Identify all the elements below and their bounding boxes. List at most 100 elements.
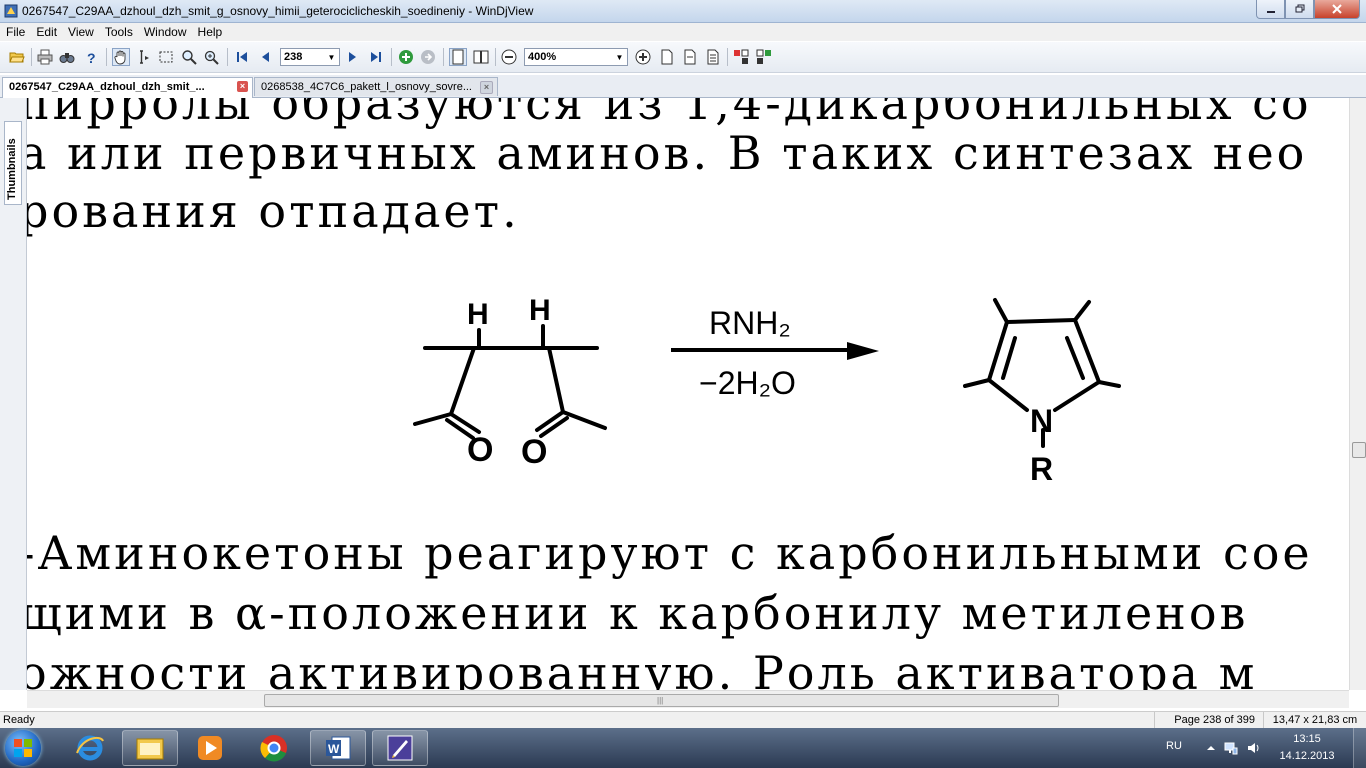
last-page-button[interactable] xyxy=(367,48,385,66)
zoom-out-icon xyxy=(501,49,517,65)
taskbar-explorer[interactable] xyxy=(122,730,178,766)
facing-pages-button[interactable] xyxy=(472,48,490,66)
help-icon: ? xyxy=(87,50,96,65)
clock-date[interactable]: 14.12.2013 xyxy=(1274,750,1340,762)
atom-o: O xyxy=(467,431,493,469)
page-number-combo[interactable]: ▼ xyxy=(280,48,340,66)
last-page-icon xyxy=(371,52,381,62)
go-back-button[interactable] xyxy=(419,48,437,66)
single-page-button[interactable] xyxy=(449,48,467,66)
first-page-button[interactable] xyxy=(233,48,251,66)
menu-window[interactable]: Window xyxy=(138,23,192,41)
fit-width-button[interactable] xyxy=(681,48,699,66)
close-icon xyxy=(1332,4,1342,14)
folder-open-icon xyxy=(9,52,25,63)
tab-thumbnails[interactable]: Thumbnails xyxy=(4,121,22,205)
close-button[interactable] xyxy=(1314,0,1360,19)
facing-pages-icon xyxy=(473,50,489,64)
rotate-left-button[interactable] xyxy=(732,48,750,66)
ring-bond xyxy=(1053,380,1101,412)
menu-tools[interactable]: Tools xyxy=(99,23,138,41)
zoom-input[interactable] xyxy=(525,49,615,65)
rect-select-button[interactable] xyxy=(157,48,175,66)
page-icon xyxy=(661,49,673,65)
rotate-right-button[interactable] xyxy=(755,48,773,66)
substituent-bond xyxy=(1073,300,1091,322)
tab-label: 0267547_C29AA_dzhoul_dzh_smit_... xyxy=(9,81,205,93)
prev-page-button[interactable] xyxy=(256,48,274,66)
chain-bond xyxy=(449,346,476,416)
zoom-tool-button[interactable] xyxy=(180,48,198,66)
minimize-icon xyxy=(1266,11,1275,13)
text-line: а или первичных аминов. В таких синтезах… xyxy=(27,126,1308,180)
text-line: ожности активированную. Роль активатора … xyxy=(27,646,1258,690)
media-player-icon xyxy=(198,736,222,760)
page-number-input[interactable] xyxy=(281,49,327,65)
minimize-button[interactable] xyxy=(1256,0,1285,19)
taskbar-ie[interactable] xyxy=(62,730,118,766)
next-page-button[interactable] xyxy=(344,48,362,66)
menu-help[interactable]: Help xyxy=(192,23,228,41)
close-icon[interactable]: × xyxy=(480,81,493,94)
status-bar: Ready Page 238 of 399 13,47 x 21,83 cm xyxy=(0,711,1366,729)
double-bond-inner xyxy=(1065,336,1085,380)
tab-document-1[interactable]: 0267547_C29AA_dzhoul_dzh_smit_... × xyxy=(2,77,253,98)
language-indicator[interactable]: RU xyxy=(1166,740,1182,752)
menu-view[interactable]: View xyxy=(62,23,99,41)
ring-bond xyxy=(1073,318,1101,384)
zoom-rect-button[interactable] xyxy=(202,48,220,66)
prev-page-icon xyxy=(262,52,269,62)
zoom-out-button[interactable] xyxy=(500,48,518,66)
text-select-button[interactable] xyxy=(134,48,152,66)
window-title: 0267547_C29AA_dzhoul_dzh_smit_g_osnovy_h… xyxy=(22,4,534,18)
fit-page-button[interactable] xyxy=(658,48,676,66)
binoculars-icon xyxy=(59,53,75,63)
page-width-icon xyxy=(684,49,696,65)
clock-time[interactable]: 13:15 xyxy=(1274,733,1340,745)
svg-text:?: ? xyxy=(87,50,96,65)
chevron-up-icon[interactable] xyxy=(1206,743,1216,753)
zoom-combo[interactable]: ▼ xyxy=(524,48,628,66)
close-icon[interactable]: × xyxy=(237,81,248,92)
open-button[interactable] xyxy=(8,48,26,66)
chevron-down-icon[interactable]: ▼ xyxy=(612,49,627,65)
page-indicator: Page 238 of 399 xyxy=(1154,712,1261,728)
atom-h: H xyxy=(529,294,551,327)
help-button[interactable]: ? xyxy=(82,48,100,66)
chevron-down-icon[interactable]: ▼ xyxy=(324,49,339,65)
horizontal-scrollbar[interactable]: ||| xyxy=(27,690,1349,708)
taskbar-chrome[interactable] xyxy=(246,730,302,766)
document-view[interactable]: пирролы образуются из 1,4-дикарбонильных… xyxy=(27,98,1349,690)
network-icon[interactable] xyxy=(1224,741,1238,755)
volume-icon[interactable] xyxy=(1246,741,1260,755)
forward-circle-icon xyxy=(399,50,413,64)
go-forward-button[interactable] xyxy=(397,48,415,66)
vertical-scrollbar[interactable] xyxy=(1349,98,1366,690)
chain-bond xyxy=(547,346,565,414)
menu-file[interactable]: File xyxy=(0,23,30,41)
horizontal-scroll-thumb[interactable]: ||| xyxy=(264,694,1059,707)
restore-button[interactable] xyxy=(1285,0,1314,19)
menu-edit[interactable]: Edit xyxy=(30,23,62,41)
show-desktop-button[interactable] xyxy=(1353,728,1366,768)
text-line: рования отпадает. xyxy=(27,184,520,238)
hand-tool-button[interactable] xyxy=(112,48,130,66)
substituent-bond xyxy=(993,298,1009,324)
print-button[interactable] xyxy=(36,48,54,66)
start-button[interactable] xyxy=(5,730,41,766)
tab-label: 0268538_4C7C6_pakett_l_osnovy_sovre... xyxy=(261,81,472,93)
actual-size-button[interactable] xyxy=(704,48,722,66)
taskbar-windjview[interactable] xyxy=(372,730,428,766)
zoom-rect-icon xyxy=(204,50,219,65)
rotate-right-icon xyxy=(756,49,771,64)
tab-document-2[interactable]: 0268538_4C7C6_pakett_l_osnovy_sovre... × xyxy=(254,77,498,96)
dicarbonyl-structure xyxy=(413,324,607,440)
byproduct-label: −2H₂O xyxy=(699,365,796,401)
taskbar-media-player[interactable] xyxy=(182,730,238,766)
document-tabs: 0267547_C29AA_dzhoul_dzh_smit_... × 0268… xyxy=(0,75,1366,98)
zoom-in-button[interactable] xyxy=(634,48,652,66)
find-button[interactable] xyxy=(58,48,76,66)
taskbar-word[interactable]: W xyxy=(310,730,366,766)
vertical-scroll-thumb[interactable] xyxy=(1352,442,1366,458)
text-line: щими в α-положении к карбонилу метиленов xyxy=(27,586,1249,640)
